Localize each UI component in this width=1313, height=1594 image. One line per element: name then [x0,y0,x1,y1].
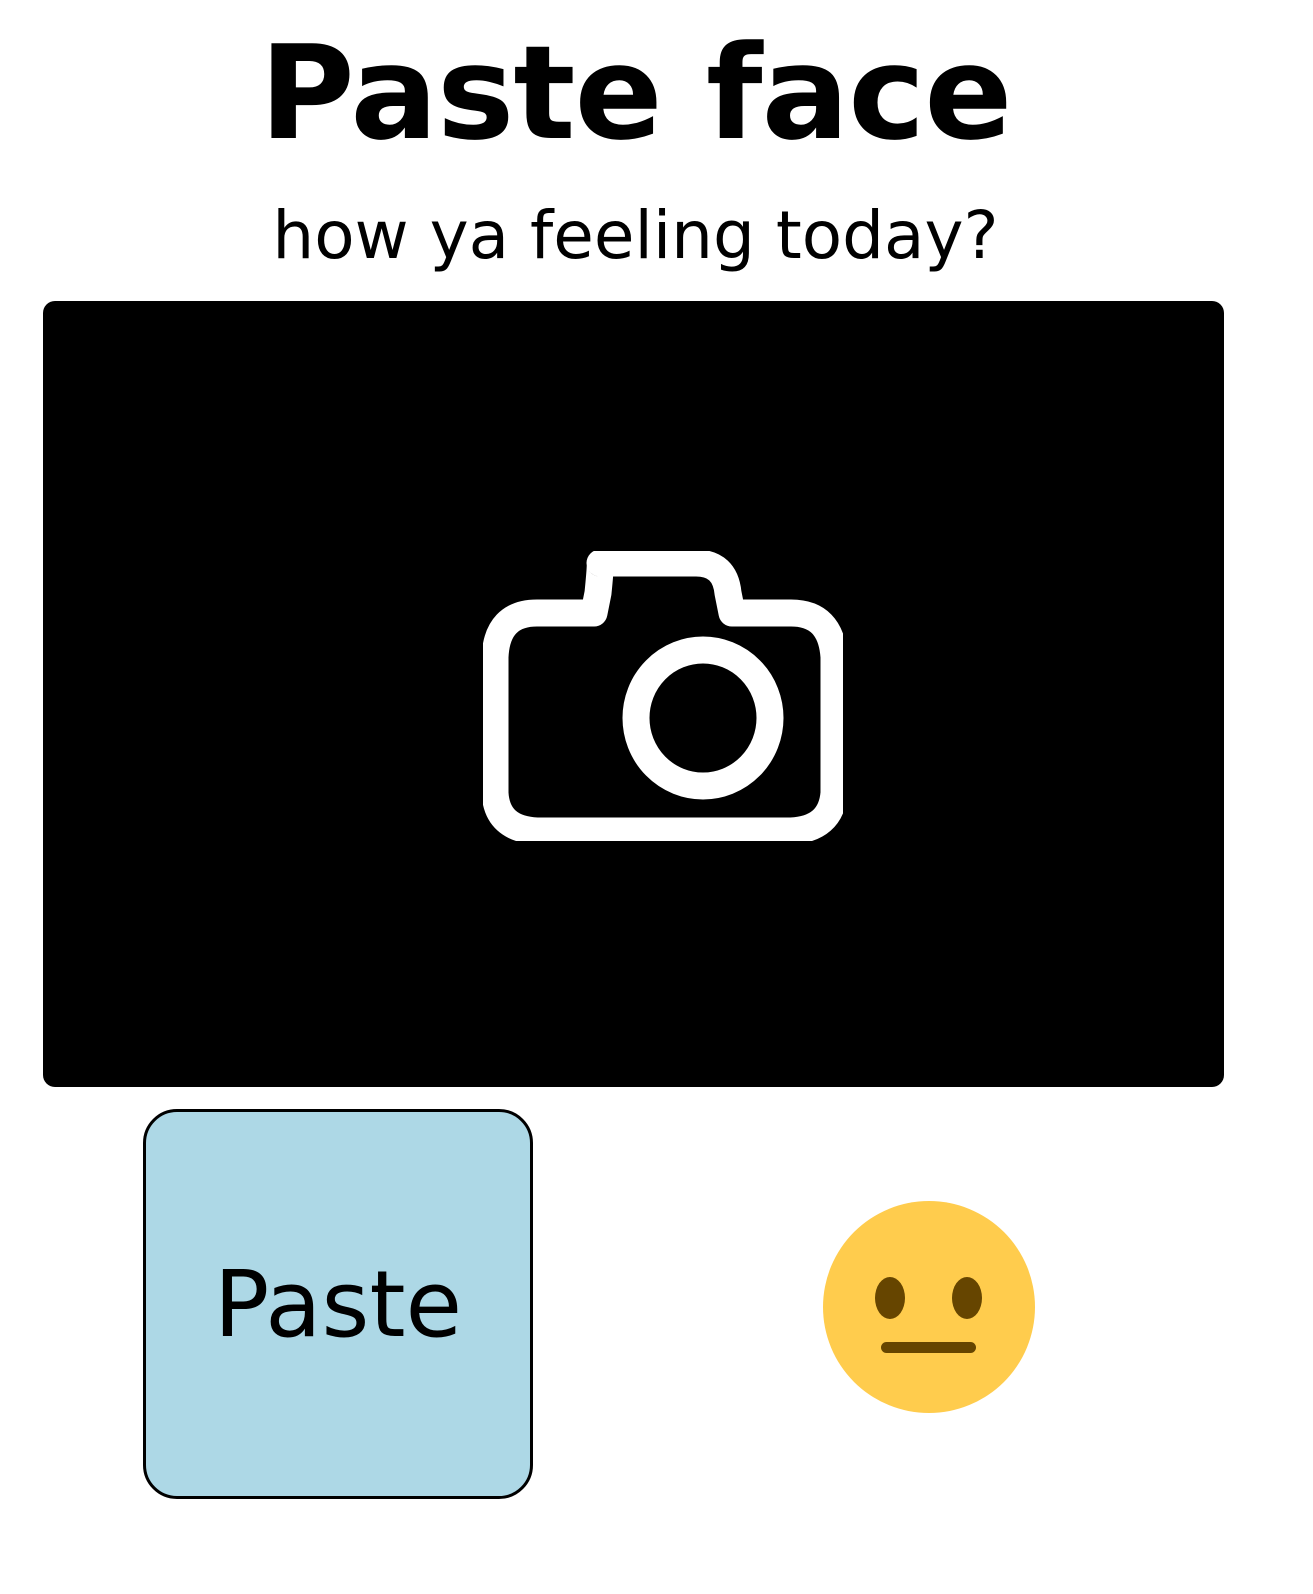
page-subtitle: how ya feeling today? [272,197,999,274]
paste-button[interactable]: Paste [143,1109,533,1499]
neutral-face-icon [823,1201,1035,1413]
page-title: Paste face [259,17,1013,169]
camera-preview[interactable] [43,301,1224,1087]
camera-icon [483,551,843,841]
